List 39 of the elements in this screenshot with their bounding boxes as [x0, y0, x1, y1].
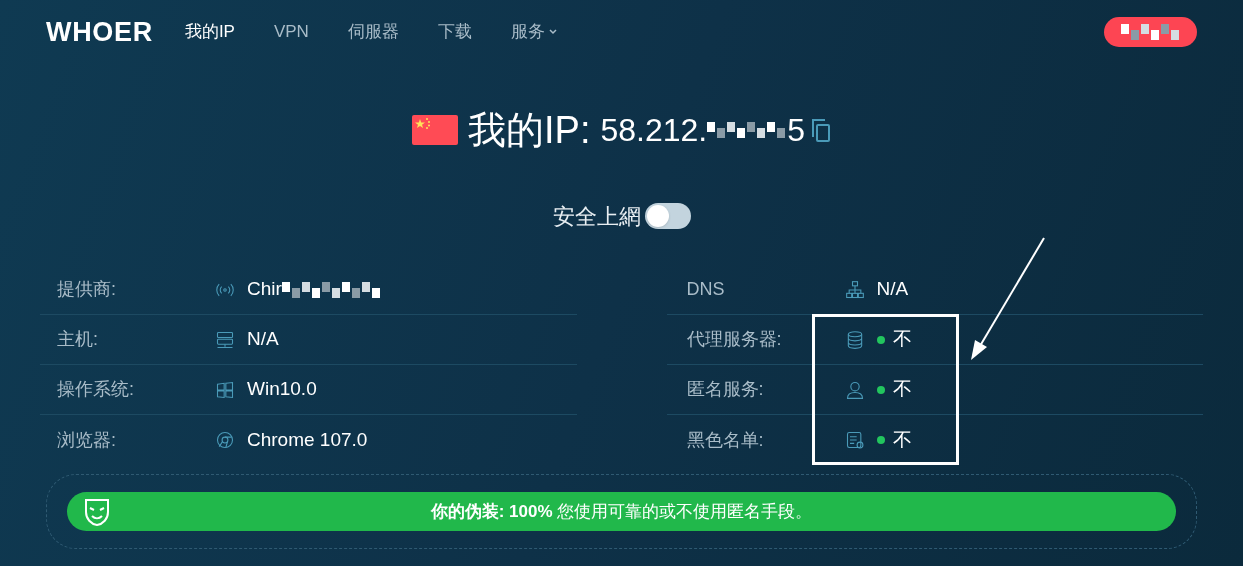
network-icon — [844, 279, 865, 300]
row-label: 浏览器: — [57, 428, 117, 452]
row-value: 不 — [892, 327, 912, 352]
row-value: 不 — [892, 377, 912, 402]
server-icon — [215, 329, 235, 350]
row-label: 匿名服务: — [686, 378, 765, 401]
ip-address: 5 — [787, 111, 805, 150]
flag-icon — [412, 115, 458, 145]
row-value: Win10.0 — [247, 377, 317, 402]
row-label: 代理服务器: — [686, 328, 783, 351]
row-label: 主机: — [57, 328, 99, 351]
row-label: 提供商: — [57, 278, 117, 301]
account-button[interactable] — [1104, 17, 1197, 47]
row-label: DNS — [686, 278, 726, 301]
secure-label: 安全上網 — [552, 202, 641, 231]
nav-link[interactable]: 下载 — [437, 19, 472, 45]
row-value: N/A — [247, 327, 279, 352]
copy-icon[interactable] — [811, 118, 831, 142]
browser-icon — [215, 430, 235, 450]
nav-link[interactable]: VPN — [273, 19, 309, 45]
logo[interactable]: WHOER — [46, 11, 153, 53]
row-value: 不 — [892, 427, 912, 452]
row-label: 黑色名单: — [686, 428, 765, 452]
nav-link[interactable]: 伺服器 — [347, 19, 399, 45]
row-value: Chrome 107.0 — [247, 427, 368, 452]
nav-link[interactable]: 服务 — [510, 19, 557, 45]
mask-icon — [83, 496, 111, 527]
secure-toggle[interactable] — [644, 203, 691, 229]
windows-icon — [215, 379, 235, 400]
person-icon — [844, 379, 865, 400]
row-value: Chir — [247, 277, 282, 302]
ip-label: 我的IP: — [468, 107, 591, 153]
disguise-text: 你的伪装: 100% 您使用可靠的或不使用匿名手段。 — [429, 500, 814, 523]
chevron-icon — [548, 29, 557, 35]
row-label: 操作系统: — [57, 378, 135, 401]
checklist-icon — [844, 430, 865, 450]
nav-link[interactable]: 我的IP — [184, 19, 235, 45]
row-value: N/A — [876, 277, 909, 302]
ip-address: 58.212. — [600, 111, 708, 150]
